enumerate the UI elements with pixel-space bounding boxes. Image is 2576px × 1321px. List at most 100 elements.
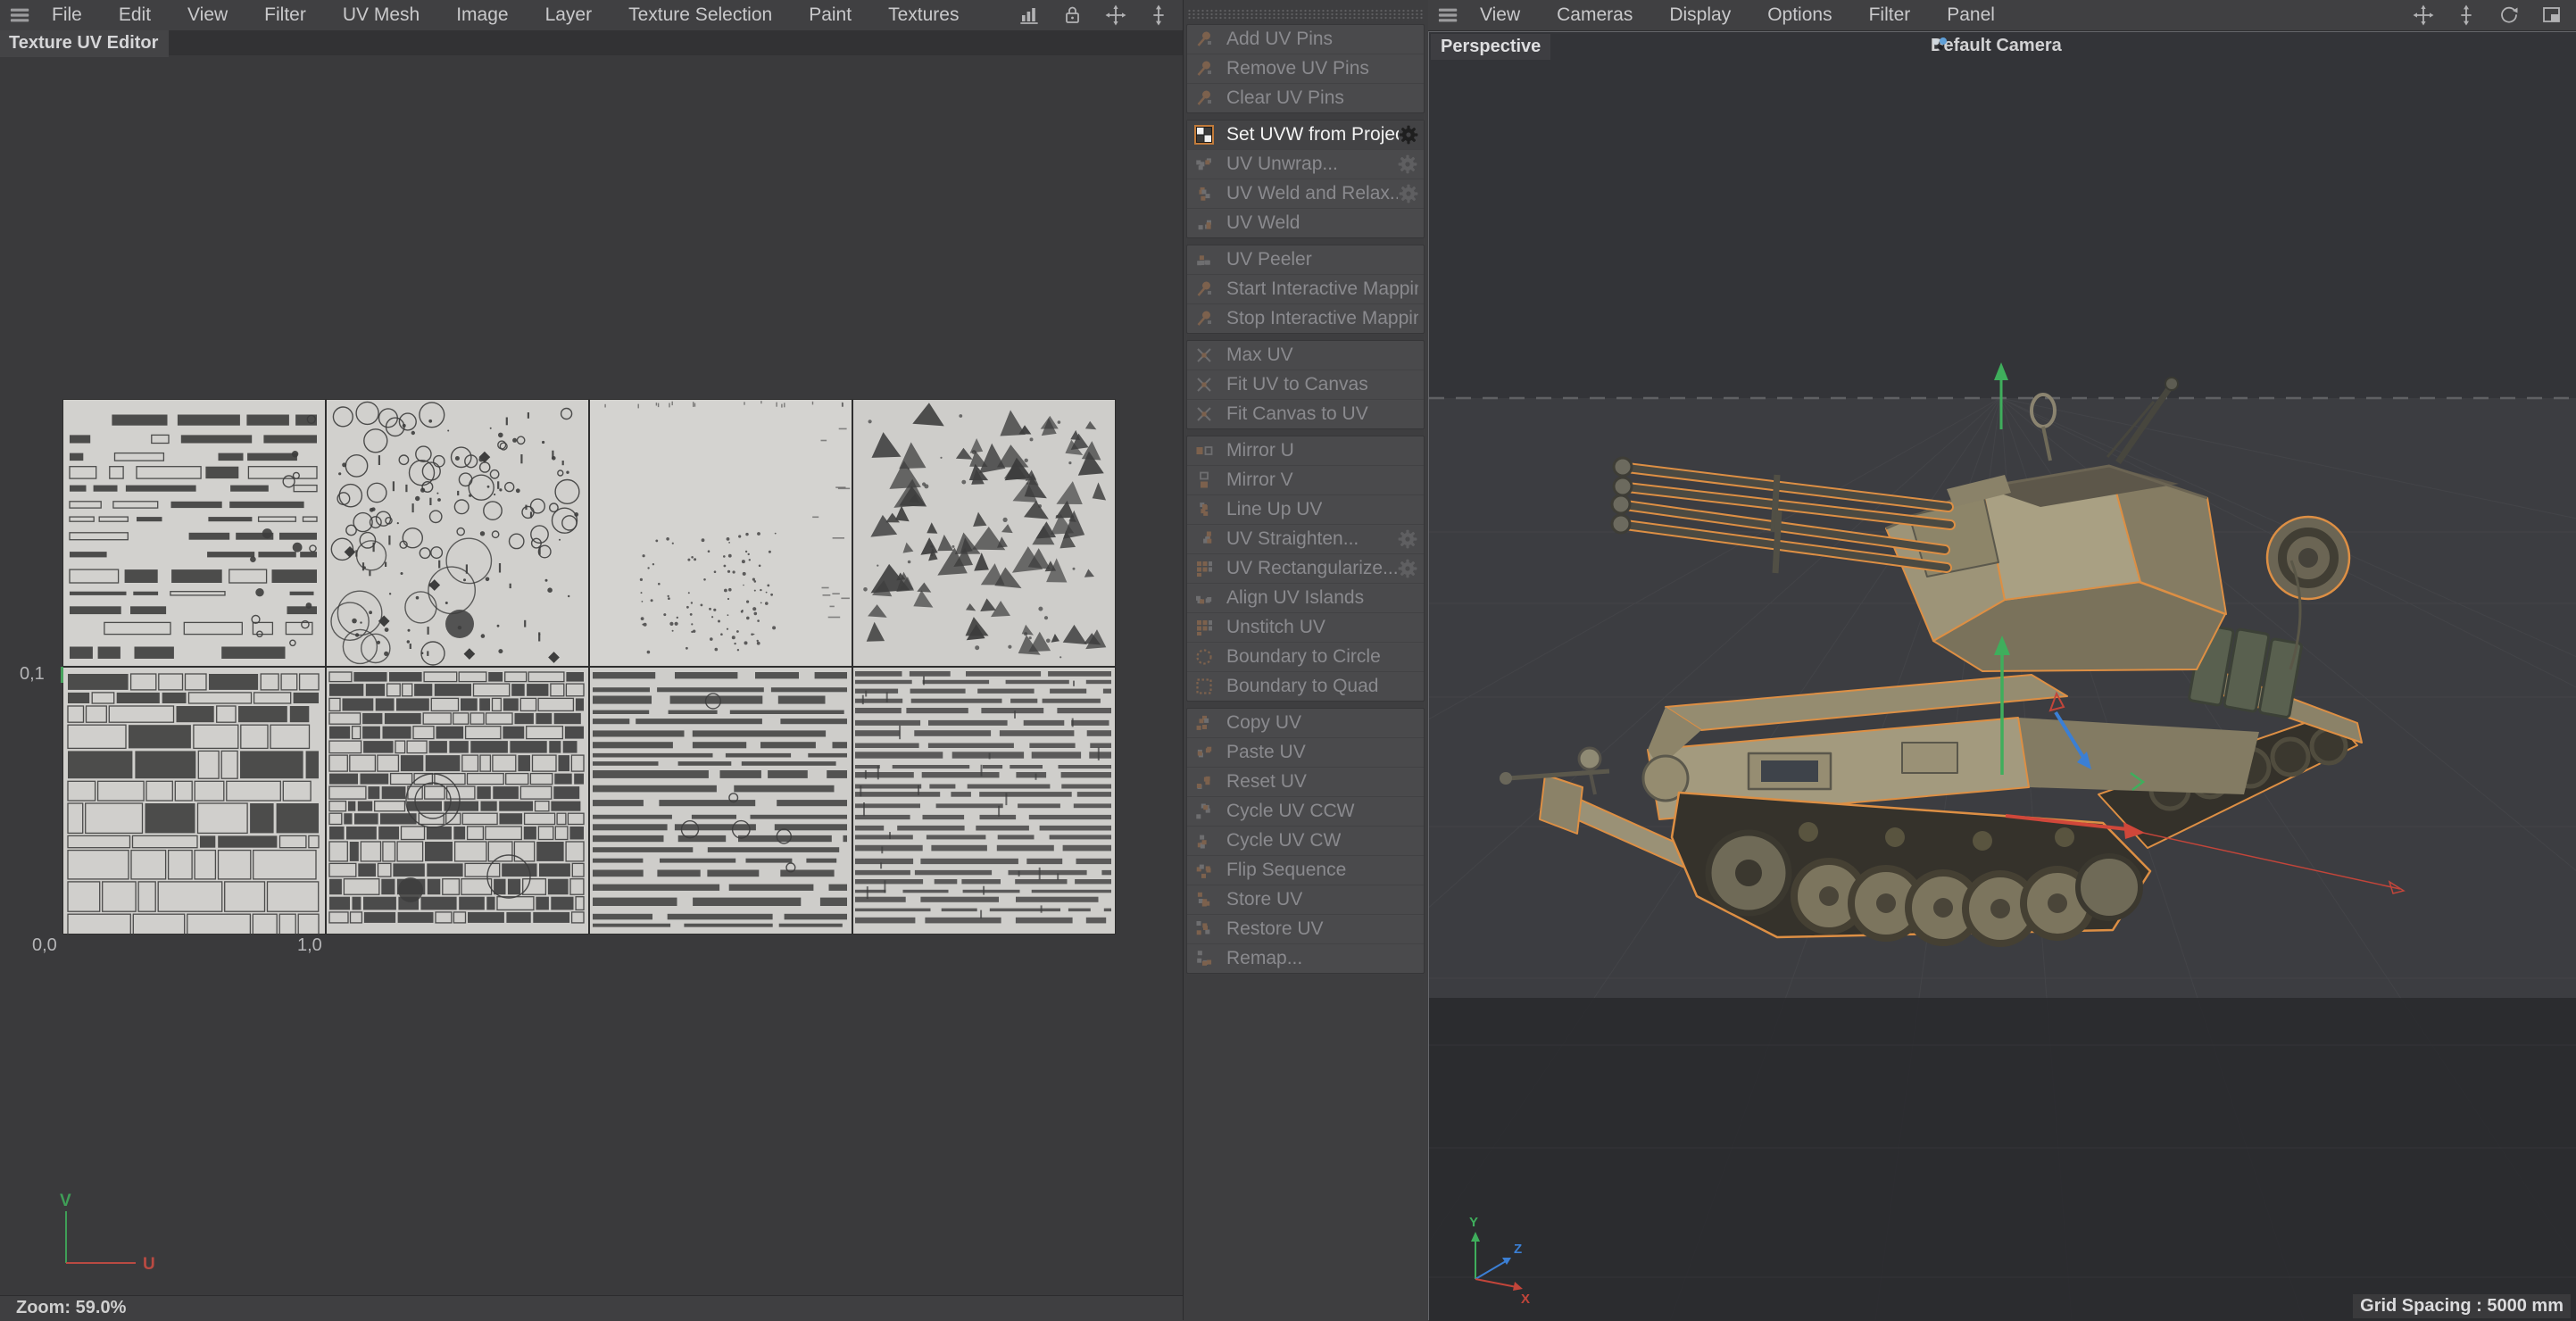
menu-item-view[interactable]: View — [1480, 4, 1520, 26]
command-align-uv-islands[interactable]: Align UV Islands — [1187, 584, 1424, 613]
command-label: Reset UV — [1226, 771, 1307, 792]
uv-label-u1: 1,0 — [297, 935, 322, 955]
uv-canvas[interactable] — [62, 398, 1117, 943]
command-copy-uv[interactable]: Copy UV — [1187, 709, 1424, 738]
command-stop-interactive-mapping[interactable]: Stop Interactive Mapping — [1187, 304, 1424, 333]
command-label: Unstitch UV — [1226, 617, 1325, 637]
menu-item-textures[interactable]: Textures — [888, 4, 959, 26]
menu-item-display[interactable]: Display — [1669, 4, 1731, 26]
uv-tile-2-1[interactable] — [588, 398, 853, 668]
uv-command-group-1: Add UV Pins Remove UV Pins Clear UV Pins — [1186, 24, 1425, 113]
command-label: Paste UV — [1226, 742, 1306, 762]
menu-item-texture-selection[interactable]: Texture Selection — [628, 4, 772, 26]
command-flip-sequence[interactable]: Flip Sequence — [1187, 856, 1424, 885]
uv-tile-1-1[interactable] — [325, 398, 590, 668]
uv-tile-3-0[interactable] — [852, 666, 1117, 935]
axis-x-label: X — [1521, 1292, 1530, 1307]
fit-canvas-to-uv-icon — [1193, 403, 1215, 425]
menu-item-panel[interactable]: Panel — [1947, 4, 1995, 26]
uv-tile-3-1[interactable] — [852, 398, 1117, 668]
dolly-icon[interactable] — [2455, 4, 2478, 27]
command-unstitch-uv[interactable]: Unstitch UV — [1187, 613, 1424, 643]
command-mirror-v[interactable]: Mirror V — [1187, 466, 1424, 495]
command-boundary-to-circle[interactable]: Boundary to Circle — [1187, 643, 1424, 672]
command-cycle-uv-cw[interactable]: Cycle UV CW — [1187, 827, 1424, 856]
move-icon[interactable] — [1104, 4, 1127, 27]
menu-item-filter[interactable]: Filter — [1869, 4, 1911, 26]
command-remove-uv-pins[interactable]: Remove UV Pins — [1187, 54, 1424, 84]
viewport-view-label[interactable]: Perspective — [1431, 34, 1551, 60]
menu-item-filter[interactable]: Filter — [264, 4, 306, 26]
uv-tile-2-0[interactable] — [588, 666, 853, 935]
gear-icon[interactable] — [1397, 154, 1418, 175]
uv-axis-v-label: V — [60, 1192, 71, 1210]
menu-item-paint[interactable]: Paint — [809, 4, 852, 26]
hamburger-icon[interactable] — [9, 4, 32, 27]
perspective-viewport[interactable]: Perspective Default Camera Y Z X Grid Sp… — [1428, 31, 2576, 1321]
command-remap[interactable]: Remap... — [1187, 944, 1424, 973]
reset-uv-icon — [1193, 771, 1215, 793]
zoom-level-text: Zoom: 59.0% — [16, 1298, 127, 1317]
command-line-up-uv[interactable]: Line Up UV — [1187, 495, 1424, 525]
command-fit-uv-to-canvas[interactable]: Fit UV to Canvas — [1187, 370, 1424, 400]
command-reset-uv[interactable]: Reset UV — [1187, 768, 1424, 797]
command-label: Mirror U — [1226, 440, 1294, 461]
command-boundary-to-quad[interactable]: Boundary to Quad — [1187, 672, 1424, 701]
command-max-uv[interactable]: Max UV — [1187, 341, 1424, 370]
command-set-uvw-from-projection[interactable]: Set UVW from Projection... — [1187, 120, 1424, 150]
camera-label[interactable]: Default Camera — [1931, 36, 2062, 56]
command-start-interactive-mapping[interactable]: Start Interactive Mapping — [1187, 275, 1424, 304]
store-uv-icon — [1193, 889, 1215, 910]
tab-texture-uv-editor[interactable]: Texture UV Editor — [0, 30, 170, 57]
menu-item-view[interactable]: View — [187, 4, 228, 26]
gear-icon[interactable] — [1398, 183, 1418, 204]
command-add-uv-pins[interactable]: Add UV Pins — [1187, 25, 1424, 54]
rotate-icon[interactable] — [2497, 4, 2521, 27]
command-uv-straighten[interactable]: UV Straighten... — [1187, 525, 1424, 554]
command-uv-weld-and-relax[interactable]: UV Weld and Relax... — [1187, 179, 1424, 209]
texture-uv-editor-panel: File Edit View Filter UV Mesh Image Layer Textu… — [0, 0, 1183, 1320]
menu-item-edit[interactable]: Edit — [119, 4, 151, 26]
camera-settings-icon[interactable] — [1931, 36, 1954, 52]
menu-item-uv-mesh[interactable]: UV Mesh — [343, 4, 420, 26]
uv-islands-canvas[interactable] — [62, 398, 1117, 943]
menu-item-options[interactable]: Options — [1767, 4, 1832, 26]
command-fit-canvas-to-uv[interactable]: Fit Canvas to UV — [1187, 400, 1424, 428]
gear-icon[interactable] — [1397, 528, 1418, 550]
maximize-icon[interactable] — [2540, 4, 2564, 27]
command-label: Fit UV to Canvas — [1226, 374, 1368, 395]
uv-tile-0-1[interactable] — [62, 398, 327, 668]
command-label: UV Weld — [1226, 212, 1300, 233]
command-uv-unwrap[interactable]: UV Unwrap... — [1187, 150, 1424, 179]
uv-pin-clear-icon — [1193, 87, 1215, 109]
lock-icon[interactable] — [1061, 4, 1084, 27]
menu-item-file[interactable]: File — [52, 4, 82, 26]
uv-editor-toolbar — [1018, 4, 1170, 27]
command-store-uv[interactable]: Store UV — [1187, 885, 1424, 915]
command-cycle-uv-ccw[interactable]: Cycle UV CCW — [1187, 797, 1424, 827]
checkerboard-projection-icon — [1193, 124, 1215, 145]
hamburger-icon[interactable] — [1437, 4, 1460, 27]
gear-icon[interactable] — [1399, 124, 1418, 145]
palette-drag-handle[interactable] — [1187, 9, 1424, 21]
command-mirror-u[interactable]: Mirror U — [1187, 436, 1424, 466]
command-uv-weld[interactable]: UV Weld — [1187, 209, 1424, 237]
uv-tile-1-0[interactable] — [325, 666, 590, 935]
command-uv-peeler[interactable]: UV Peeler — [1187, 245, 1424, 275]
histogram-icon[interactable] — [1018, 4, 1042, 27]
move-icon[interactable] — [2412, 4, 2435, 27]
uv-tile-0-0[interactable] — [62, 666, 327, 943]
paste-uv-icon — [1193, 742, 1215, 763]
command-clear-uv-pins[interactable]: Clear UV Pins — [1187, 84, 1424, 112]
command-label: Store UV — [1226, 889, 1303, 910]
command-paste-uv[interactable]: Paste UV — [1187, 738, 1424, 768]
menu-item-image[interactable]: Image — [456, 4, 508, 26]
menu-item-layer[interactable]: Layer — [545, 4, 593, 26]
command-restore-uv[interactable]: Restore UV — [1187, 915, 1424, 944]
command-uv-rectangularize[interactable]: UV Rectangularize... — [1187, 554, 1424, 584]
uv-command-group-6: Copy UV Paste UV Reset UV Cycle UV CCW Cycle… — [1186, 708, 1425, 974]
menu-item-cameras[interactable]: Cameras — [1557, 4, 1633, 26]
dolly-icon[interactable] — [1147, 4, 1170, 27]
uv-peeler-icon — [1193, 249, 1215, 270]
gear-icon[interactable] — [1397, 558, 1418, 579]
